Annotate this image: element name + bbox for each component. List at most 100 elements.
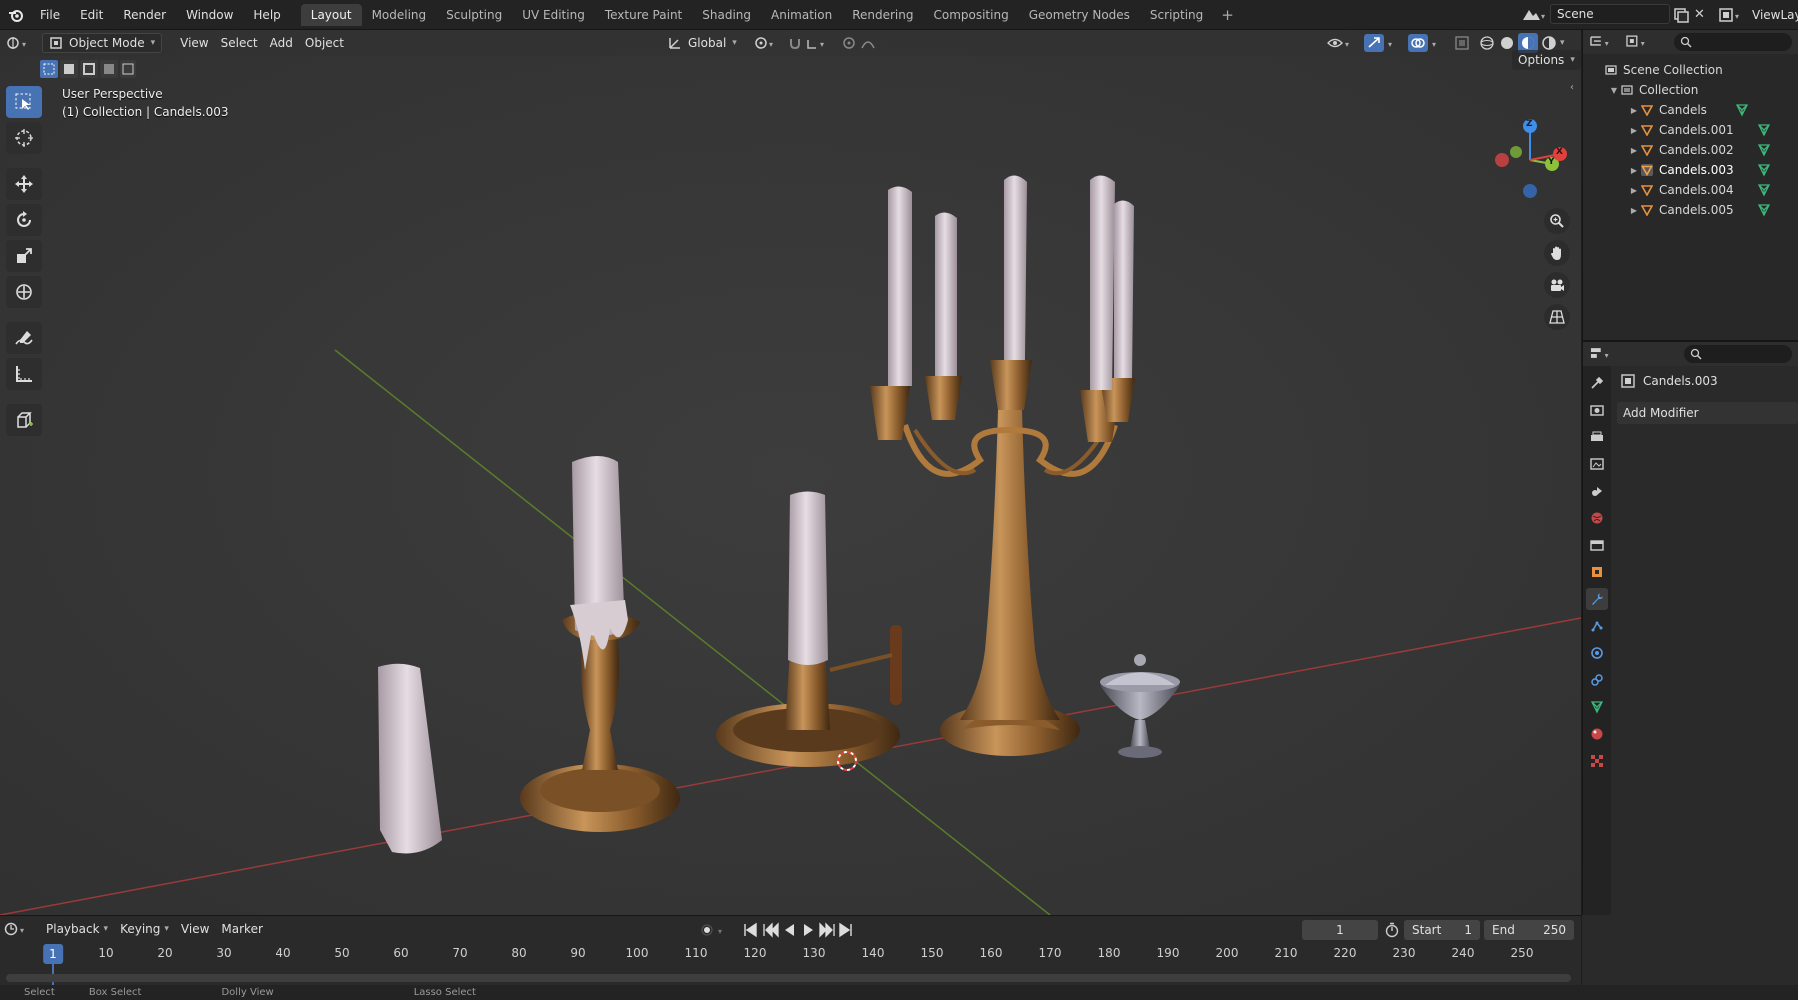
blender-logo-icon[interactable] [0,7,30,23]
add-cube-tool[interactable] [6,404,42,436]
timeline-view-menu[interactable]: View [175,919,215,939]
mesh-data-icon[interactable] [1757,203,1771,217]
outliner-search-field[interactable] [1674,33,1792,51]
snap-button[interactable]: ▾ [782,33,838,53]
tab-collection[interactable] [1586,534,1608,556]
move-tool[interactable] [6,168,42,200]
tab-compositing[interactable]: Compositing [923,4,1018,26]
proportional-edit-button[interactable] [836,33,892,53]
tab-output[interactable] [1586,426,1608,448]
outliner-editor-icon[interactable]: ▾ [1589,34,1617,50]
select-box-tool[interactable] [6,86,42,118]
object-row-candels[interactable]: ▶ Candels [1583,100,1798,120]
tab-scene[interactable] [1586,480,1608,502]
tab-tool[interactable] [1586,372,1608,394]
playback-menu[interactable]: Playback ▾ [40,919,114,939]
selectability-visibility-button[interactable]: ▾ [1320,33,1358,53]
tab-layout[interactable]: Layout [300,3,362,26]
menu-object[interactable]: Object [299,33,350,53]
keying-menu[interactable]: Keying ▾ [114,919,175,939]
tab-render[interactable] [1586,399,1608,421]
transport-icons[interactable] [742,921,854,939]
object-row-candels-005[interactable]: ▶ Candels.005 [1583,200,1798,220]
scene-selector-icon[interactable]: ▾ [1520,5,1548,25]
menu-add[interactable]: Add [264,33,299,53]
select-mode-buttons[interactable] [40,60,136,78]
menu-window[interactable]: Window [176,8,243,22]
tab-rendering[interactable]: Rendering [842,4,923,26]
tab-object[interactable] [1586,561,1608,583]
overlays-toggle-button[interactable]: ▾ [1402,33,1448,53]
collapse-sidebar-icon[interactable]: ‹ [1570,82,1574,93]
options-dropdown[interactable]: Options ▾ [1512,50,1581,70]
expand-object-icon[interactable]: ▶ [1627,106,1641,115]
annotate-tool[interactable] [6,322,42,354]
zoom-button[interactable] [1544,208,1570,234]
editor-type-button[interactable]: ▾ [0,33,38,53]
use-preview-range-button[interactable] [1384,922,1400,938]
end-frame-field[interactable]: End 250 [1484,920,1574,940]
object-row-candels-004[interactable]: ▶ Candels.004 [1583,180,1798,200]
view-layer-icon[interactable]: ▾ [1718,6,1744,24]
expand-object-icon[interactable]: ▶ [1627,126,1641,135]
scene-collection-row[interactable]: Scene Collection [1583,60,1798,80]
timeline-editor-icon[interactable]: ▾ [4,921,32,937]
menu-edit[interactable]: Edit [70,8,113,22]
3d-viewport[interactable]: ▾ Object Mode ▾ View Select Add Object G… [0,30,1581,915]
expand-object-icon[interactable]: ▶ [1627,186,1641,195]
expand-object-icon[interactable]: ▶ [1627,206,1641,215]
tab-modeling[interactable]: Modeling [362,4,437,26]
menu-view[interactable]: View [174,33,214,53]
mesh-data-icon[interactable] [1757,163,1771,177]
current-frame-field[interactable]: 1 [1302,920,1378,940]
pivot-point-button[interactable]: ▾ [748,33,784,53]
gizmo-toggle-button[interactable]: ▾ [1358,33,1404,53]
start-frame-field[interactable]: Start 1 [1404,920,1480,940]
expand-collection-icon[interactable]: ▼ [1607,86,1621,95]
transform-orientation-dropdown[interactable]: Global ▾ [662,33,743,53]
tab-modifiers[interactable] [1586,588,1608,610]
new-scene-icon[interactable] [1672,6,1690,24]
menu-select[interactable]: Select [215,33,264,53]
tab-data[interactable] [1586,696,1608,718]
tab-scripting[interactable]: Scripting [1140,4,1213,26]
scene-name-field[interactable]: Scene [1550,4,1670,24]
mesh-data-icon[interactable] [1757,123,1771,137]
mesh-data-icon[interactable] [1757,143,1771,157]
collection-row[interactable]: ▼ Collection [1583,80,1798,100]
transform-tool[interactable] [6,276,42,308]
tab-texture[interactable] [1586,750,1608,772]
rotate-tool[interactable] [6,204,42,236]
wireframe-shading-icon[interactable] [1478,34,1496,52]
cursor-tool[interactable] [6,122,42,154]
tab-physics[interactable] [1586,642,1608,664]
expand-object-icon[interactable]: ▶ [1627,146,1641,155]
expand-object-icon[interactable]: ▶ [1627,166,1641,175]
mode-dropdown[interactable]: Object Mode ▾ [42,33,163,53]
tab-animation[interactable]: Animation [761,4,842,26]
add-workspace-button[interactable]: + [1213,6,1242,24]
add-modifier-button[interactable]: Add Modifier [1617,402,1798,424]
menu-help[interactable]: Help [243,8,290,22]
properties-editor-icon[interactable]: ▾ [1589,346,1616,362]
mesh-data-icon[interactable] [1757,183,1771,197]
tab-material[interactable] [1586,723,1608,745]
scale-tool[interactable] [6,240,42,272]
menu-render[interactable]: Render [113,8,176,22]
tab-texture-paint[interactable]: Texture Paint [595,4,692,26]
tab-view-layer[interactable] [1586,453,1608,475]
tab-geometry-nodes[interactable]: Geometry Nodes [1019,4,1140,26]
navigation-gizmo[interactable]: Z Y X [1490,116,1570,202]
marker-menu[interactable]: Marker [215,919,268,939]
properties-search-field[interactable] [1684,345,1792,363]
measure-tool[interactable] [6,358,42,390]
tab-constraints[interactable] [1586,669,1608,691]
timeline-scrollbar[interactable] [6,974,1571,982]
timeline-ruler[interactable]: 1 10 20 30 40 50 60 70 80 90 100 110 120… [0,944,1560,964]
tab-shading[interactable]: Shading [692,4,761,26]
mesh-data-icon[interactable] [1735,103,1749,117]
tab-sculpting[interactable]: Sculpting [436,4,512,26]
view-layer-name[interactable]: ViewLay [1752,8,1798,22]
delete-scene-icon[interactable]: ✕ [1694,7,1705,22]
tab-world[interactable] [1586,507,1608,529]
